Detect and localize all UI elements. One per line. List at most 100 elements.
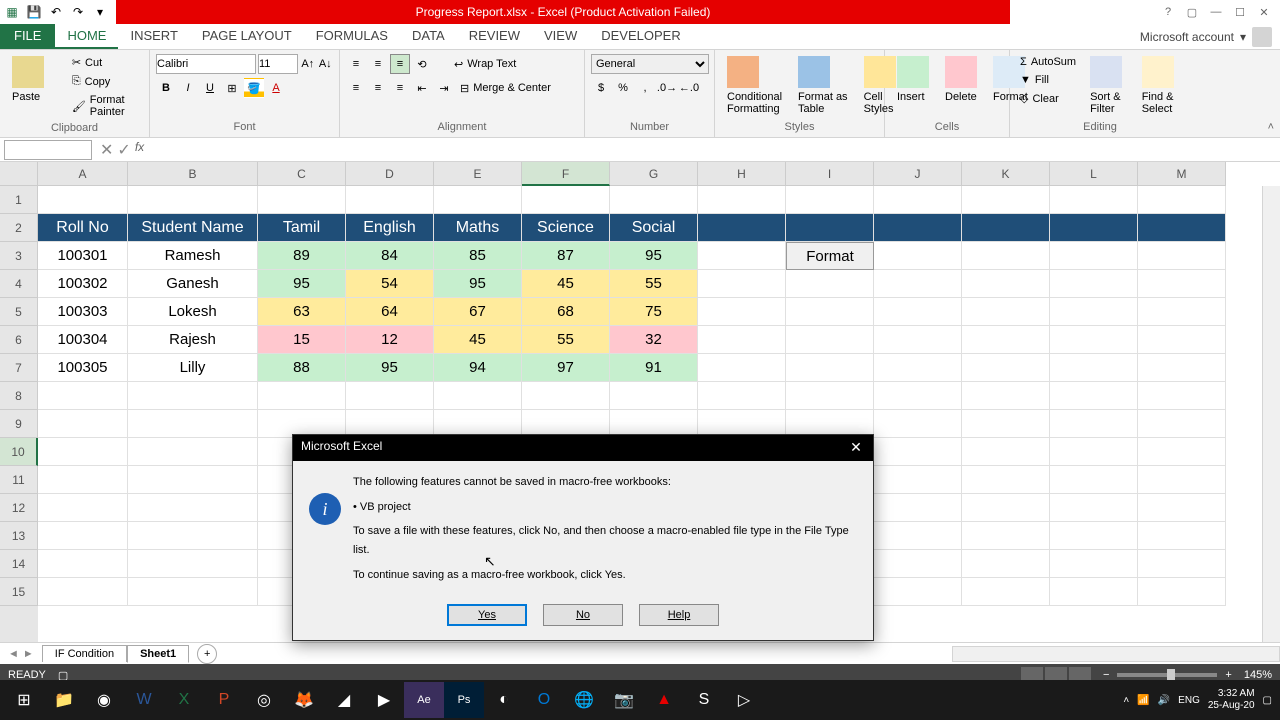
conditional-formatting-button[interactable]: Conditional Formatting — [721, 54, 788, 119]
tab-review[interactable]: REVIEW — [457, 24, 532, 49]
fill-color-button[interactable]: 🪣 — [244, 78, 264, 98]
cell[interactable]: 95 — [346, 354, 434, 382]
cell[interactable] — [38, 382, 128, 410]
cell[interactable] — [698, 326, 786, 354]
cell[interactable] — [962, 214, 1050, 242]
cell[interactable] — [874, 466, 962, 494]
fx-icon[interactable]: fx — [135, 140, 144, 160]
cell[interactable]: 68 — [522, 298, 610, 326]
comma-icon[interactable]: , — [635, 78, 655, 98]
cell[interactable]: 91 — [610, 354, 698, 382]
outlook-icon[interactable]: O — [524, 682, 564, 718]
row-header-8[interactable]: 8 — [0, 382, 38, 410]
cell[interactable]: 100304 — [38, 326, 128, 354]
add-sheet-button[interactable]: + — [197, 644, 217, 664]
cell[interactable] — [1138, 494, 1226, 522]
cell[interactable] — [128, 438, 258, 466]
cell[interactable] — [874, 522, 962, 550]
cell[interactable] — [1138, 298, 1226, 326]
cell[interactable] — [786, 382, 874, 410]
cell[interactable] — [1138, 550, 1226, 578]
cell[interactable] — [1138, 466, 1226, 494]
align-top-icon[interactable]: ≡ — [346, 54, 366, 74]
cell[interactable] — [698, 298, 786, 326]
cell[interactable] — [786, 326, 874, 354]
cell[interactable] — [128, 410, 258, 438]
cell[interactable] — [874, 410, 962, 438]
cell[interactable] — [1050, 466, 1138, 494]
font-color-button[interactable]: A — [266, 78, 286, 98]
merge-center-button[interactable]: ⊟Merge & Center — [456, 80, 555, 97]
insert-cells-button[interactable]: Insert — [891, 54, 935, 119]
cell[interactable] — [962, 242, 1050, 270]
horizontal-scrollbar[interactable] — [952, 646, 1280, 662]
cell[interactable] — [434, 382, 522, 410]
cell[interactable]: 55 — [522, 326, 610, 354]
cell[interactable] — [434, 186, 522, 214]
cell[interactable] — [610, 382, 698, 410]
tray-lang[interactable]: ENG — [1178, 695, 1200, 706]
col-header-K[interactable]: K — [962, 162, 1050, 186]
cell[interactable] — [128, 382, 258, 410]
format-as-table-button[interactable]: Format as Table — [792, 54, 854, 119]
cell[interactable]: 100302 — [38, 270, 128, 298]
row-header-2[interactable]: 2 — [0, 214, 38, 242]
cell[interactable]: Maths — [434, 214, 522, 242]
minimize-icon[interactable]: — — [1208, 4, 1224, 20]
cell[interactable] — [128, 578, 258, 606]
clear-button[interactable]: ◇Clear — [1016, 90, 1080, 107]
cell[interactable] — [698, 354, 786, 382]
cell[interactable]: 88 — [258, 354, 346, 382]
edge-icon[interactable]: 🌐 — [564, 682, 604, 718]
cell[interactable] — [1138, 186, 1226, 214]
cell[interactable] — [38, 494, 128, 522]
col-header-C[interactable]: C — [258, 162, 346, 186]
firefox-icon[interactable]: 🦊 — [284, 682, 324, 718]
cell[interactable] — [1138, 354, 1226, 382]
file-tab[interactable]: FILE — [0, 24, 55, 49]
cell[interactable]: 95 — [610, 242, 698, 270]
cell[interactable] — [610, 186, 698, 214]
cell[interactable] — [1050, 270, 1138, 298]
col-header-D[interactable]: D — [346, 162, 434, 186]
cell[interactable] — [1138, 438, 1226, 466]
copy-button[interactable]: ⎘Copy — [68, 73, 143, 90]
tray-volume-icon[interactable]: 🔊 — [1158, 695, 1170, 706]
row-header-10[interactable]: 10 — [0, 438, 38, 466]
indent-inc-icon[interactable]: ⇥ — [434, 78, 454, 98]
row-header-7[interactable]: 7 — [0, 354, 38, 382]
cell[interactable] — [1138, 522, 1226, 550]
col-header-J[interactable]: J — [874, 162, 962, 186]
cell[interactable]: 87 — [522, 242, 610, 270]
sort-filter-button[interactable]: Sort & Filter — [1084, 54, 1132, 119]
cell[interactable]: 97 — [522, 354, 610, 382]
row-header-12[interactable]: 12 — [0, 494, 38, 522]
paste-button[interactable]: Paste — [6, 54, 64, 120]
cell[interactable]: 54 — [346, 270, 434, 298]
cell[interactable]: 100301 — [38, 242, 128, 270]
sheet-nav-next-icon[interactable]: ► — [23, 648, 34, 660]
cell[interactable] — [786, 214, 874, 242]
cell[interactable] — [258, 382, 346, 410]
photoshop-icon[interactable]: Ps — [444, 682, 484, 718]
cell[interactable]: Tamil — [258, 214, 346, 242]
cell[interactable] — [874, 298, 962, 326]
cell[interactable] — [962, 270, 1050, 298]
undo-icon[interactable]: ↶ — [48, 4, 64, 20]
cell[interactable] — [1050, 550, 1138, 578]
cancel-formula-icon[interactable]: ✕ — [100, 140, 113, 160]
sheet-tab-sheet1[interactable]: Sheet1 — [127, 645, 189, 663]
delete-cells-button[interactable]: Delete — [939, 54, 983, 119]
account-link[interactable]: Microsoft account ▾ — [1132, 24, 1280, 49]
row-header-1[interactable]: 1 — [0, 186, 38, 214]
tab-formulas[interactable]: FORMULAS — [304, 24, 400, 49]
tray-chevron-icon[interactable]: ˄ — [1123, 695, 1129, 706]
currency-icon[interactable]: $ — [591, 78, 611, 98]
grow-font-icon[interactable]: A↑ — [300, 54, 316, 74]
dialog-help-button[interactable]: Help — [639, 604, 719, 626]
cell[interactable] — [962, 466, 1050, 494]
cell[interactable]: 45 — [522, 270, 610, 298]
underline-button[interactable]: U — [200, 78, 220, 98]
cell[interactable] — [874, 578, 962, 606]
cell[interactable]: 45 — [434, 326, 522, 354]
